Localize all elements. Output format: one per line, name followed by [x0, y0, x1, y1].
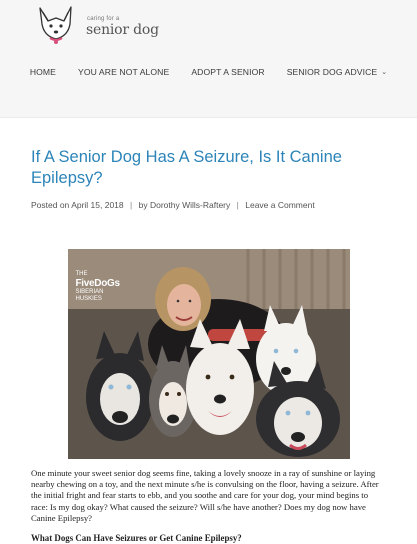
watermark-main: FiveDoGs — [75, 278, 121, 289]
chevron-down-icon: ⌄ — [381, 69, 388, 76]
logo-wordmark: senior dog — [86, 22, 159, 38]
site-logo[interactable]: caring for a senior dog — [30, 4, 159, 46]
main-nav: HOME YOU ARE NOT ALONE ADOPT A SENIOR SE… — [0, 67, 417, 77]
nav-item-senior-dog-advice[interactable]: SENIOR DOG ADVICE ⌄ — [276, 67, 399, 77]
meta-separator: | — [130, 200, 133, 210]
image-watermark: THE FiveDoGs SIBERIAN HUSKIES — [75, 271, 121, 302]
nav-item-label: SENIOR DOG ADVICE — [286, 67, 378, 77]
dog-logo-icon — [39, 6, 72, 44]
featured-image: THE FiveDoGs SIBERIAN HUSKIES — [67, 249, 350, 459]
meta-separator: | — [236, 200, 239, 210]
post-author[interactable]: Dorothy Wills-Raftery — [150, 200, 230, 210]
intro-paragraph: One minute your sweet senior dog seems f… — [31, 468, 379, 523]
nav-item-label: HOME — [29, 67, 56, 77]
article: If A Senior Dog Has A Seizure, Is It Can… — [0, 147, 417, 543]
nav-item-label: YOU ARE NOT ALONE — [78, 67, 170, 77]
leave-comment-link[interactable]: Leave a Comment — [245, 200, 314, 210]
post-meta: Posted on April 15, 2018 | by Dorothy Wi… — [31, 200, 386, 210]
watermark-top: THE — [75, 271, 88, 277]
site-header: caring for a senior dog HOME YOU ARE NOT… — [0, 0, 417, 118]
section-heading: What Dogs Can Have Seizures or Get Canin… — [31, 533, 242, 544]
watermark-sub: SIBERIAN HUSKIES — [75, 289, 104, 302]
nav-item-home[interactable]: HOME — [19, 67, 67, 77]
post-date[interactable]: April 15, 2018 — [71, 200, 123, 210]
post-title[interactable]: If A Senior Dog Has A Seizure, Is It Can… — [31, 147, 386, 189]
nav-item-you-are-not-alone[interactable]: YOU ARE NOT ALONE — [67, 67, 180, 77]
nav-item-label: ADOPT A SENIOR — [191, 67, 265, 77]
nav-item-adopt-a-senior[interactable]: ADOPT A SENIOR — [180, 67, 275, 77]
posted-on-label: Posted on — [31, 200, 70, 210]
author-prefix: by — [138, 200, 148, 210]
